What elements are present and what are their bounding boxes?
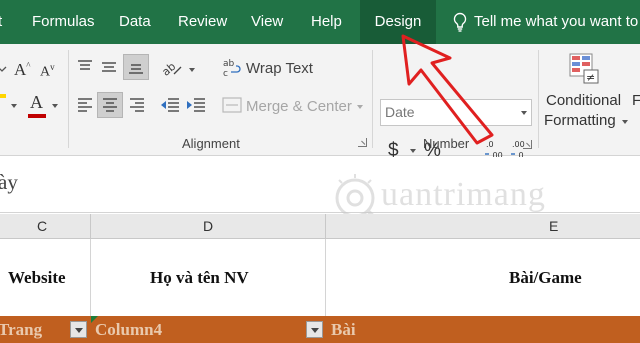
currency-dropdown-icon[interactable] xyxy=(410,149,416,153)
top-align-icon[interactable] xyxy=(76,58,94,76)
font-color-icon[interactable]: A xyxy=(30,92,43,113)
tell-me-search[interactable]: Tell me what you want to xyxy=(474,0,638,44)
bottom-align-icon xyxy=(129,64,143,74)
increase-font-icon[interactable]: A^ xyxy=(14,60,31,80)
orientation-dropdown-icon[interactable] xyxy=(189,68,195,72)
merge-dropdown-icon[interactable] xyxy=(357,105,363,109)
watermark-text: uantrimang xyxy=(381,176,546,213)
tab-help[interactable]: Help xyxy=(311,0,342,44)
wrap-text-button[interactable]: Wrap Text xyxy=(246,60,313,77)
fill-color-icon[interactable] xyxy=(0,94,6,98)
tab-review[interactable]: Review xyxy=(178,0,227,44)
svg-text:.0: .0 xyxy=(486,140,494,149)
filter-dropdown-icon[interactable] xyxy=(306,321,323,338)
align-center-icon xyxy=(103,98,117,112)
conditional-formatting-label[interactable]: Conditional xyxy=(546,92,621,109)
cell-website[interactable]: Website xyxy=(8,268,66,288)
merge-center-icon[interactable] xyxy=(222,96,242,114)
svg-text:≠: ≠ xyxy=(586,71,595,84)
font-size-dropdown-icon[interactable] xyxy=(0,62,10,76)
lightbulb-icon xyxy=(453,12,467,32)
number-launcher-icon[interactable] xyxy=(523,140,532,149)
group-separator xyxy=(372,50,373,148)
grid-line xyxy=(325,239,326,316)
grid-line xyxy=(90,239,91,316)
column-headers xyxy=(0,214,640,239)
decrease-font-icon[interactable]: Av xyxy=(40,62,55,81)
font-color-dropdown-icon[interactable] xyxy=(52,104,58,108)
number-format-value: Date xyxy=(385,104,415,120)
conditional-formatting-dropdown-icon[interactable] xyxy=(622,120,628,124)
formula-content: ày xyxy=(0,170,18,194)
table-cell-trang[interactable]: Trang xyxy=(0,320,42,340)
column-header-d[interactable]: D xyxy=(203,218,213,234)
tab-page-layout[interactable]: t xyxy=(0,0,2,44)
conditional-formatting-label-2[interactable]: Formatting xyxy=(544,112,616,129)
merge-center-button[interactable]: Merge & Center xyxy=(246,98,352,115)
format-as-table-label[interactable]: F xyxy=(632,92,640,109)
column-divider[interactable] xyxy=(90,214,91,239)
column-header-c[interactable]: C xyxy=(37,218,47,234)
middle-align-icon[interactable] xyxy=(100,58,118,76)
wrap-text-icon[interactable]: ab c xyxy=(222,58,242,78)
number-group-label: Number xyxy=(423,136,470,151)
group-separator xyxy=(68,50,69,148)
cell-article-game[interactable]: Bài/Game xyxy=(509,268,582,288)
menu-bar: t Formulas Data Review View Help Design … xyxy=(0,0,640,44)
alignment-group-label: Alignment xyxy=(182,136,240,151)
number-format-arrow-icon[interactable] xyxy=(521,111,527,115)
align-right-icon[interactable] xyxy=(128,96,146,114)
svg-text:ab: ab xyxy=(223,59,235,69)
tab-data[interactable]: Data xyxy=(119,0,151,44)
column-header-e[interactable]: E xyxy=(549,218,558,234)
cell-employee-name[interactable]: Họ và tên NV xyxy=(150,268,249,288)
conditional-formatting-icon[interactable]: ≠ xyxy=(568,52,602,86)
ribbon: A^ Av A ab ab c Wrap Text Merge & Center… xyxy=(0,44,640,161)
font-color-swatch xyxy=(28,114,46,118)
table-cell-bai[interactable]: Bài xyxy=(331,320,356,340)
tab-design[interactable]: Design xyxy=(360,0,436,44)
table-cell-column4[interactable]: Column4 xyxy=(95,320,162,340)
decrease-indent-icon[interactable] xyxy=(160,96,180,114)
tab-view[interactable]: View xyxy=(251,0,283,44)
alignment-launcher-icon[interactable] xyxy=(358,138,367,147)
number-format-dropdown[interactable]: Date xyxy=(380,99,532,126)
align-left-icon[interactable] xyxy=(76,96,94,114)
column-divider[interactable] xyxy=(325,214,326,239)
svg-text:ab: ab xyxy=(160,60,178,78)
tab-formulas[interactable]: Formulas xyxy=(32,0,95,44)
svg-text:c: c xyxy=(223,69,228,78)
orientation-icon[interactable]: ab xyxy=(160,58,184,78)
group-separator xyxy=(538,50,539,148)
fill-color-dropdown-icon[interactable] xyxy=(11,104,17,108)
increase-indent-icon[interactable] xyxy=(186,96,206,114)
filter-dropdown-icon[interactable] xyxy=(70,321,87,338)
